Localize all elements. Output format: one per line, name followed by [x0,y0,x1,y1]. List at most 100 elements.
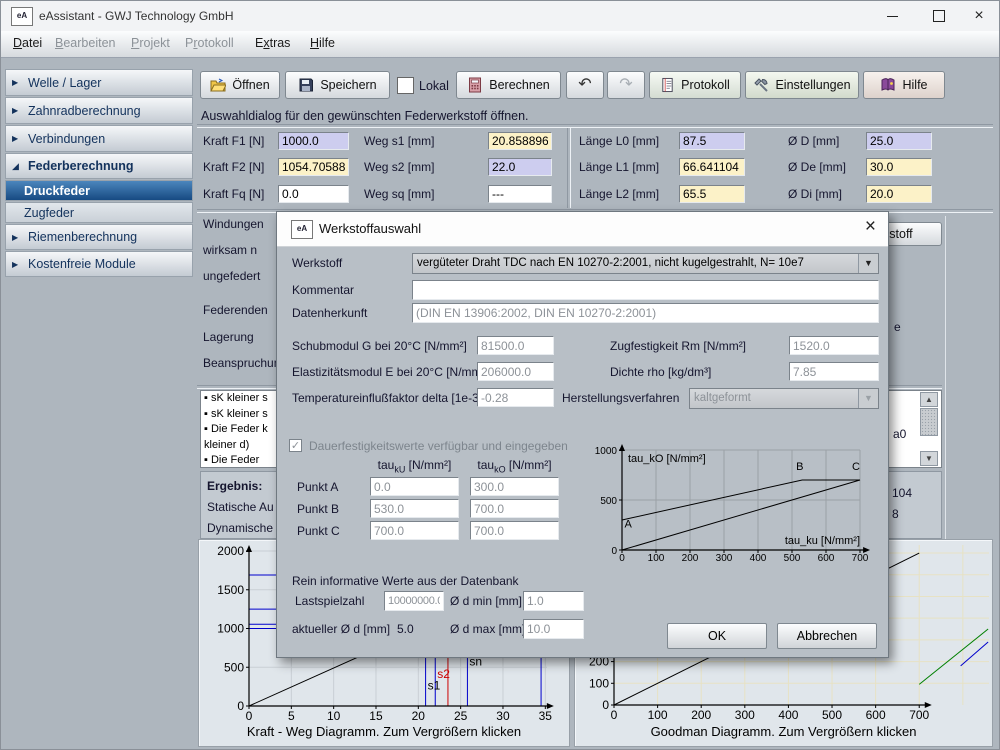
svg-text:500: 500 [600,496,617,507]
punkt-c-tau-ku-input [370,521,459,540]
app-icon: eA [11,7,33,26]
maximize-icon [933,10,945,22]
undo-button[interactable]: ↶ [566,71,604,99]
kraft-f1-label: Kraft F1 [N] [203,132,264,150]
calculate-button[interactable]: Berechnen [456,71,561,99]
dialog-title: Werkstoffauswahl [319,212,719,246]
sidebar-item-welle-lager[interactable]: ▶ Welle / Lager [5,69,193,96]
sidebar-item-zugfeder[interactable]: Zugfeder [5,202,193,223]
schubmodul-label: Schubmodul G bei 20°C [N/mm²] [292,339,467,353]
right-list-fragment: a0 [893,425,906,443]
svg-text:B: B [796,461,803,473]
punkt-b-tau-ku-input [370,499,459,518]
minimize-button[interactable] [872,1,912,30]
protocol-document-icon [660,77,675,93]
tau-ku-column-header: taukU [N/mm²] [370,458,459,474]
divider [567,128,571,208]
svg-text:20: 20 [412,709,426,723]
svg-text:0: 0 [237,699,244,713]
laenge-l2-input[interactable] [679,185,745,203]
window-title: eAssistant - GWJ Technology GmbH [39,1,539,31]
calculator-icon [467,77,483,93]
weg-s2-input[interactable] [488,158,552,176]
svg-text:500: 500 [784,553,801,564]
svg-text:5: 5 [288,709,295,723]
settings-button[interactable]: Einstellungen [745,71,859,99]
durchmesser-d-input[interactable] [866,132,932,150]
durchmesser-d-label: Ø D [mm] [788,132,839,150]
goodman-caption: Goodman Diagramm. Zum Vergrößern klicken [575,724,992,739]
dropdown-icon: ▼ [858,254,878,273]
open-button[interactable]: Öffnen [200,71,280,99]
svg-text:2000: 2000 [217,544,244,558]
maximize-button[interactable] [919,1,959,30]
zugfestigkeit-label: Zugfestigkeit Rm [N/mm²] [610,339,746,353]
protocol-button[interactable]: Protokoll [649,71,741,99]
svg-text:400: 400 [750,553,767,564]
sidebar-item-riemenberechnung[interactable]: ▶ Riemenberechnung [5,224,193,250]
menu-bearbeiten: Bearbeiten [51,31,119,56]
svg-text:1000: 1000 [217,622,244,636]
svg-text:C: C [852,461,860,473]
ok-button[interactable]: OK [667,623,767,649]
redo-icon: ↷ [619,77,632,93]
application-window: eA eAssistant - GWJ Technology GmbH × Da… [0,0,1000,750]
close-button[interactable]: × [959,1,999,30]
durchmesser-di-label: Ø Di [mm] [788,185,842,203]
durchmesser-di-input[interactable] [866,185,932,203]
open-folder-icon [210,77,226,93]
scroll-down-button[interactable]: ▼ [920,451,938,466]
kraft-fq-input[interactable] [278,185,349,203]
chevron-right-icon: ▶ [12,134,26,143]
svg-text:0: 0 [611,708,618,722]
kraft-f2-input[interactable] [278,158,349,176]
help-button[interactable]: Hilfe [863,71,945,99]
cancel-button[interactable]: Abbrechen [777,623,877,649]
undo-icon: ↶ [578,77,591,93]
svg-text:700: 700 [852,553,869,564]
kommentar-input[interactable] [412,280,879,300]
svg-text:A: A [624,519,632,531]
svg-text:tau_kO [N/mm²]: tau_kO [N/mm²] [628,453,706,465]
herstellung-label: Herstellungsverfahren [562,391,679,405]
menu-projekt: Projekt [127,31,174,56]
dialog-close-icon[interactable]: × [865,216,876,238]
menu-protokoll: Protokoll [181,31,238,56]
local-checkbox[interactable] [397,77,414,94]
sidebar-item-druckfeder[interactable]: Druckfeder [5,180,193,201]
weg-sq-input[interactable] [488,185,552,203]
laenge-l0-input[interactable] [679,132,745,150]
punkt-b-label: Punkt B [297,502,339,516]
chevron-right-icon: ▶ [12,78,26,87]
laenge-l1-input[interactable] [679,158,745,176]
menu-hilfe[interactable]: Hilfe [306,31,339,56]
scrollbar-thumb[interactable] [920,408,938,436]
svg-text:200: 200 [691,708,711,722]
scroll-up-icon: ▲ [925,395,933,404]
menu-datei[interactable]: Datei [9,31,46,56]
dichte-input [789,362,879,381]
svg-text:0: 0 [602,698,609,712]
menu-extras[interactable]: Extras [251,31,294,56]
scroll-up-button[interactable]: ▲ [920,392,938,407]
sidebar-item-label: Welle / Lager [26,76,101,90]
kraft-weg-caption: Kraft - Weg Diagramm. Zum Vergrößern kli… [199,724,569,739]
durchmesser-de-input[interactable] [866,158,932,176]
minimize-icon [887,16,898,17]
sidebar-item-verbindungen[interactable]: ▶ Verbindungen [5,125,193,152]
protocol-button-label: Protokoll [681,78,730,92]
save-button[interactable]: Speichern [285,71,390,99]
sidebar-item-zahnradberechnung[interactable]: ▶ Zahnradberechnung [5,97,193,124]
kraft-f1-input[interactable] [278,132,349,150]
sidebar-item-kostenfreie-module[interactable]: ▶ Kostenfreie Module [5,251,193,277]
check-icon: ✓ [291,440,300,452]
svg-text:400: 400 [778,708,798,722]
svg-text:700: 700 [909,708,929,722]
local-checkbox-label: Lokal [419,77,449,95]
svg-text:600: 600 [818,553,835,564]
werkstoff-select[interactable]: vergüteter Draht TDC nach EN 10270-2:200… [412,253,879,274]
weg-s1-input[interactable] [488,132,552,150]
wirksam-n-label: wirksam n [203,241,276,259]
window-titlebar: eA eAssistant - GWJ Technology GmbH × [1,1,1000,32]
sidebar-item-federberechnung[interactable]: ◢ Federberechnung [5,153,193,179]
